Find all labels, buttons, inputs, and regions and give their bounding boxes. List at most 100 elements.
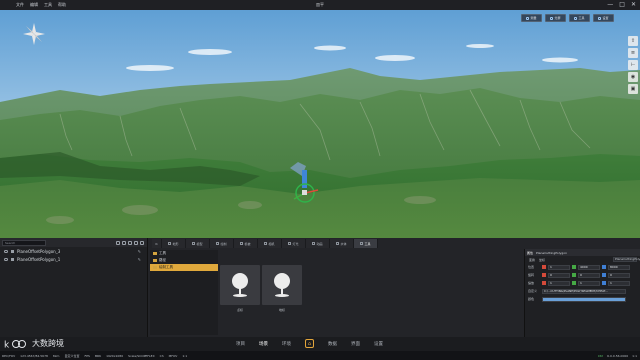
nav-data[interactable]: 数据 [328, 341, 337, 347]
maximize-icon[interactable]: □ [619, 1, 625, 9]
tab-draw[interactable]: 绘制 [210, 239, 234, 248]
menu-bar: 文件 编辑 工具 帮助 [16, 2, 66, 8]
menu-file[interactable]: 文件 [16, 2, 24, 8]
measure-button[interactable]: 测量 [521, 14, 542, 22]
position-x-input[interactable]: 1 [548, 264, 570, 270]
bottom-panel: Search PlaneOffsetPolygon_3 ✎ PlaneOffse… [0, 238, 640, 337]
tab-model[interactable]: 模型 [186, 239, 210, 248]
nav-project[interactable]: 项目 [236, 341, 245, 347]
tab-water[interactable]: 水体 [330, 239, 354, 248]
home-icon[interactable]: ⌂ [305, 339, 314, 348]
camera-icon[interactable]: ▣ [628, 84, 638, 94]
position-y-input[interactable]: 4000 [578, 264, 600, 270]
collapse-panel-icon[interactable]: ⧉ [152, 239, 162, 248]
asset-thumbnail[interactable] [262, 265, 302, 305]
tab-tools[interactable]: 工具 [354, 239, 378, 248]
properties-object-name: PlaneCuttingPolygon [536, 250, 568, 255]
eye-icon[interactable] [4, 249, 8, 253]
menu-edit[interactable]: 编辑 [30, 2, 38, 8]
rotation-x-input[interactable]: 0 [548, 272, 570, 278]
bottom-nav: k 大数跨境 项目 场景 环境 ⌂ 数据 界面 设置 [0, 337, 640, 351]
status-right: Ctrl 6.0.0.56.0000 1:1 [598, 354, 637, 358]
terrain-render[interactable] [0, 10, 640, 238]
folder-icon[interactable] [134, 240, 138, 245]
menu-help[interactable]: 帮助 [58, 2, 66, 8]
settings-button[interactable]: 设置 [593, 14, 614, 22]
library-item[interactable]: 工具 [150, 250, 218, 257]
draw-icon [216, 242, 220, 245]
asset-caption: 地标 [278, 308, 285, 312]
tab-camera[interactable]: 相机 [258, 239, 282, 248]
status-field: Scale/SCOPEFLEX [128, 353, 155, 358]
delete-icon[interactable] [140, 240, 144, 245]
asset-item[interactable]: 地标 [262, 265, 302, 313]
window-controls: — □ ✕ [607, 1, 636, 9]
pin-icon [231, 273, 249, 297]
ruler-icon[interactable]: ⊢ [628, 60, 638, 70]
minimize-icon[interactable]: — [607, 1, 613, 9]
tab-vegetation[interactable]: 植被 [234, 239, 258, 248]
object-type-select[interactable]: PlaneCuttingPolygon [613, 257, 640, 262]
pin-icon [273, 273, 291, 297]
scene-search-input[interactable]: Search [2, 239, 46, 246]
tree-icon [240, 242, 244, 245]
tab-animation[interactable]: 动画 [306, 239, 330, 248]
status-field: Ctrl [597, 353, 604, 358]
asset-thumbnail[interactable] [220, 265, 260, 305]
folder-icon [153, 252, 157, 255]
coordinate-label: 坐标 [539, 257, 546, 262]
refresh-icon[interactable] [122, 240, 126, 245]
status-field: 1920x1080 [106, 353, 124, 358]
position-z-input[interactable]: 8000 [608, 264, 630, 270]
tree-item[interactable]: PlaneOffsetPolygon_3 ✎ [0, 247, 147, 255]
library-item[interactable]: 路径 [150, 257, 218, 264]
status-field: BRK [94, 353, 102, 358]
close-icon[interactable]: ✕ [631, 1, 636, 9]
layers-icon[interactable]: ≡ [628, 48, 638, 58]
path-input[interactable]: C:/...CUTTING/PLANE/POLY/SEGMENT/CHEAT..… [542, 288, 626, 294]
scale-y-input[interactable]: 1 [578, 280, 600, 286]
tab-light[interactable]: 灯光 [282, 239, 306, 248]
edit-icon[interactable]: ✎ [138, 257, 141, 262]
tree-item[interactable]: PlaneOffsetPolygon_1 ✎ [0, 255, 147, 263]
scene-viewport[interactable]: 测量 分屏 工具 设置 ⇧ ≡ ⊢ ◉ ▣ [0, 10, 640, 238]
status-field: MFOV [168, 353, 178, 358]
color-swatch[interactable] [542, 296, 626, 302]
edit-icon[interactable]: ✎ [138, 249, 141, 254]
status-field: 1:1 [182, 353, 188, 358]
lock-icon[interactable] [11, 249, 14, 253]
tab-terrain[interactable]: 地形 [162, 239, 186, 248]
library-item-selected[interactable]: 绘制工具 [150, 264, 218, 271]
status-field: 8km [52, 353, 60, 358]
rotation-z-input[interactable]: 0 [608, 272, 630, 278]
status-bar: REC/FOV 123.4567/84.5678 8km 自定义位置 FPS B… [0, 351, 640, 360]
properties-tabs: 属性 PlaneCuttingPolygon [525, 249, 640, 256]
status-field: Ch [159, 353, 164, 358]
scene-tree-tools [116, 240, 144, 245]
share-icon[interactable]: ⇧ [628, 36, 638, 46]
eye-icon[interactable] [4, 257, 8, 261]
nav-interface[interactable]: 界面 [351, 341, 360, 347]
tools-button[interactable]: 工具 [569, 14, 590, 22]
scale-x-input[interactable]: 1 [548, 280, 570, 286]
model-icon [192, 242, 196, 245]
scale-row: 缩放 1 1 1 [525, 279, 640, 287]
rotation-y-input[interactable]: 0 [578, 272, 600, 278]
path-row: 自定义 C:/...CUTTING/PLANE/POLY/SEGMENT/CHE… [525, 287, 640, 295]
nav-scene[interactable]: 场景 [259, 341, 268, 347]
menu-tools[interactable]: 工具 [44, 2, 52, 8]
lock-icon[interactable] [11, 257, 14, 261]
asset-item[interactable]: 点标 [220, 265, 260, 313]
visibility-icon[interactable]: ◉ [628, 72, 638, 82]
color-row: 颜色 [525, 295, 640, 303]
logo-icon: k [4, 340, 26, 349]
link-icon[interactable] [116, 240, 120, 245]
filter-icon[interactable] [128, 240, 132, 245]
status-field: 1:1 [632, 353, 637, 358]
rotation-row: 旋转 0 0 0 [525, 271, 640, 279]
split-button[interactable]: 分屏 [545, 14, 566, 22]
scale-z-input[interactable]: 1 [608, 280, 630, 286]
tab-properties[interactable]: 属性 [527, 251, 533, 255]
nav-settings[interactable]: 设置 [374, 341, 383, 347]
nav-environment[interactable]: 环境 [282, 341, 291, 347]
